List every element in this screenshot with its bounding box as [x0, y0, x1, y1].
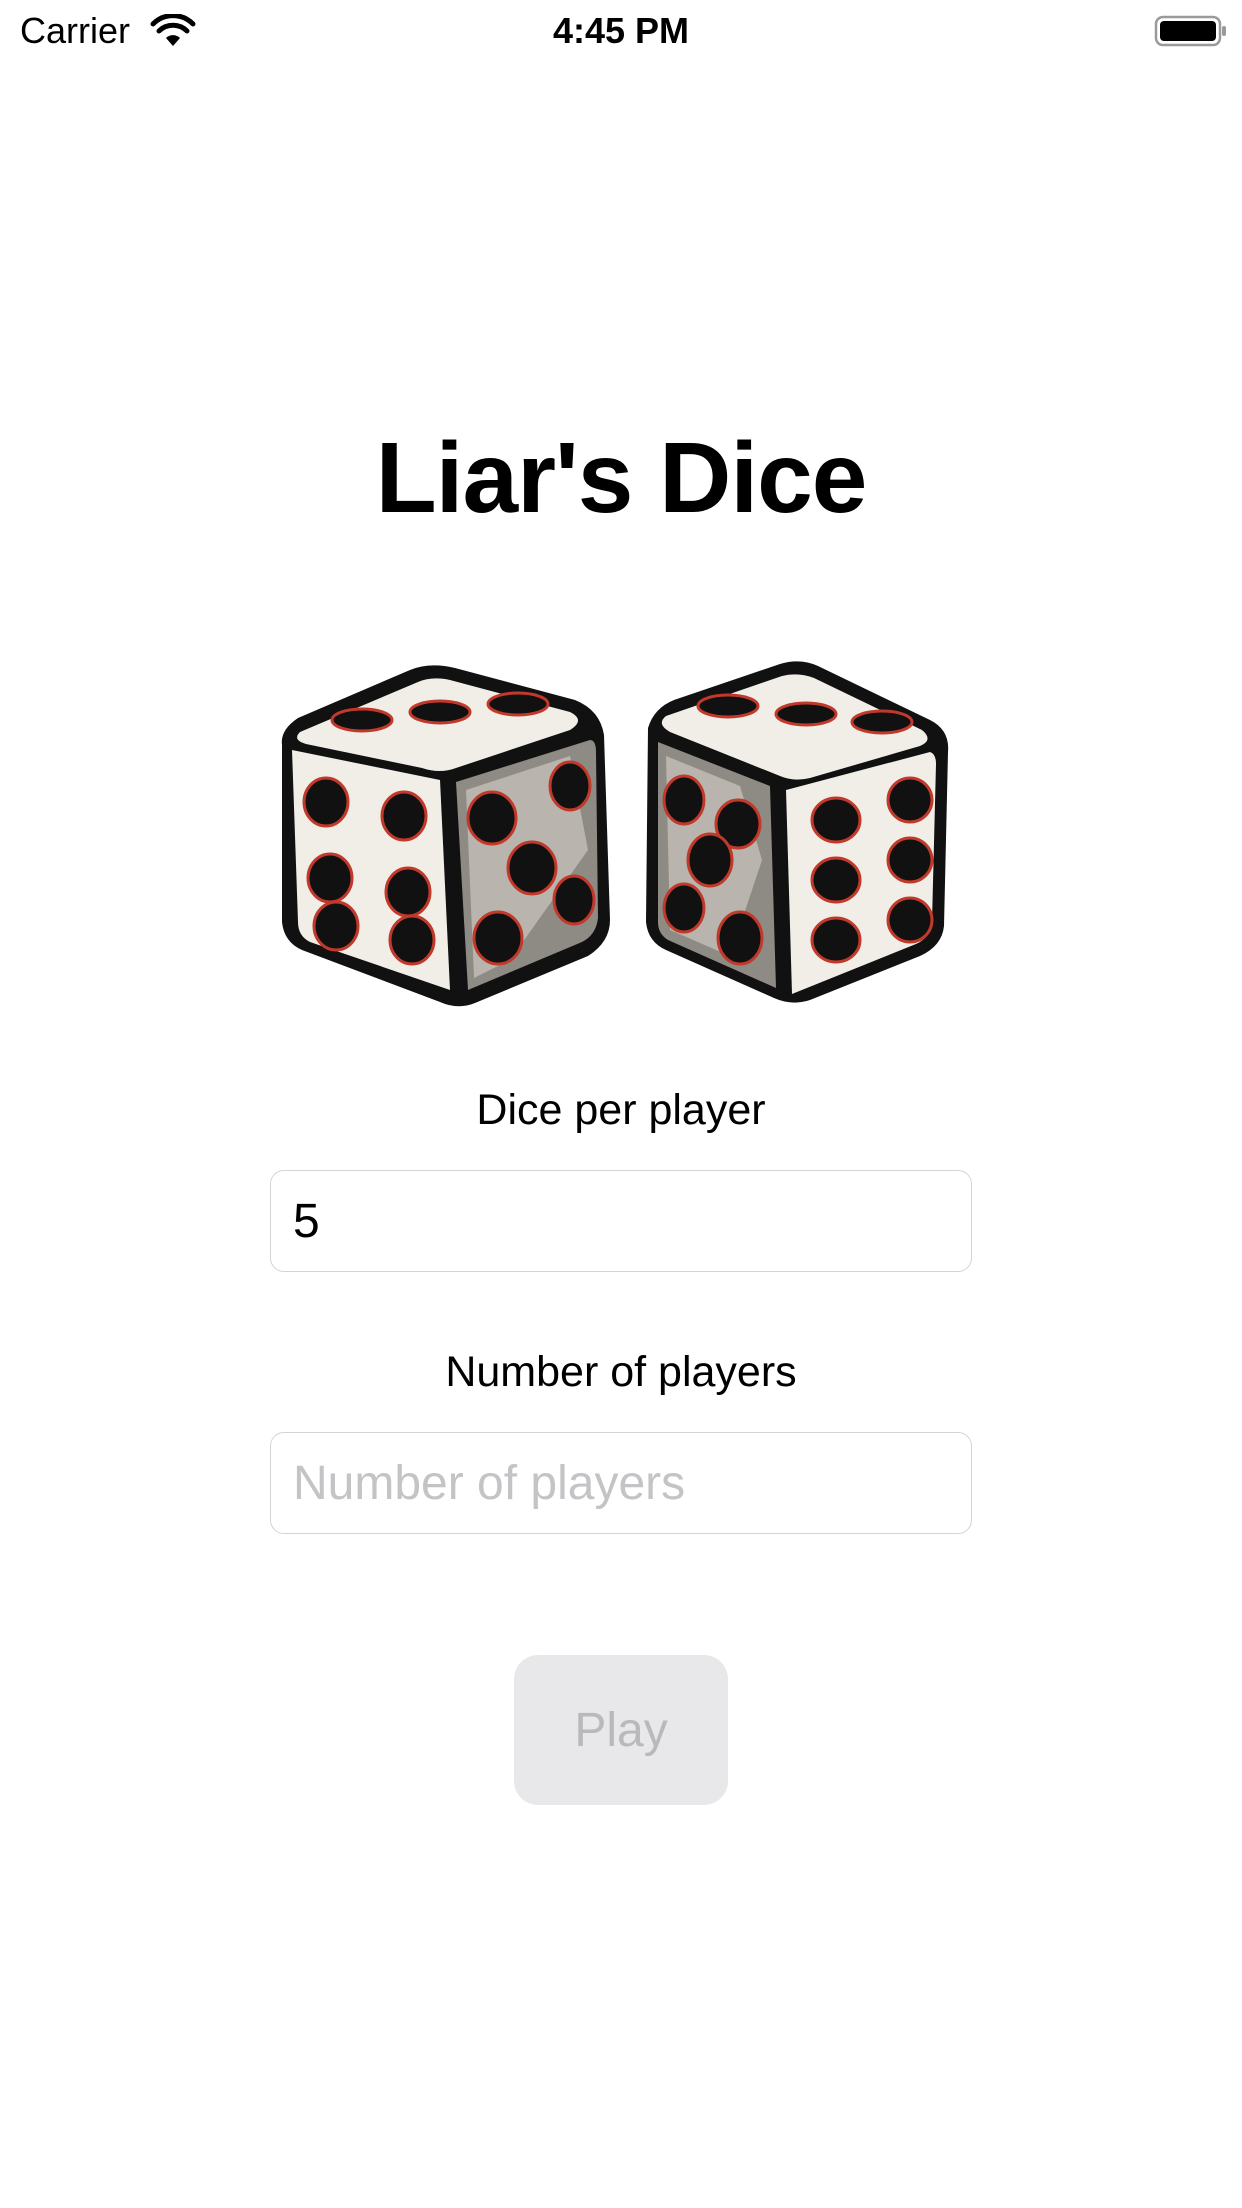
dice-per-player-field[interactable] [270, 1170, 972, 1272]
left-die-icon [281, 665, 610, 1007]
app-title: Liar's Dice [375, 422, 868, 534]
play-button[interactable]: Play [514, 1655, 728, 1805]
status-time: 4:45 PM [552, 10, 690, 51]
number-of-players-field[interactable] [270, 1432, 972, 1534]
battery-icon [1154, 15, 1226, 47]
dice-pair-illustration [281, 661, 949, 1007]
number-of-players-label: Number of players [445, 1348, 797, 1396]
status-bar: Carrier 4:45 PM [0, 0, 1242, 62]
right-die-icon [646, 661, 949, 1003]
dice-per-player-label: Dice per player [476, 1086, 766, 1134]
